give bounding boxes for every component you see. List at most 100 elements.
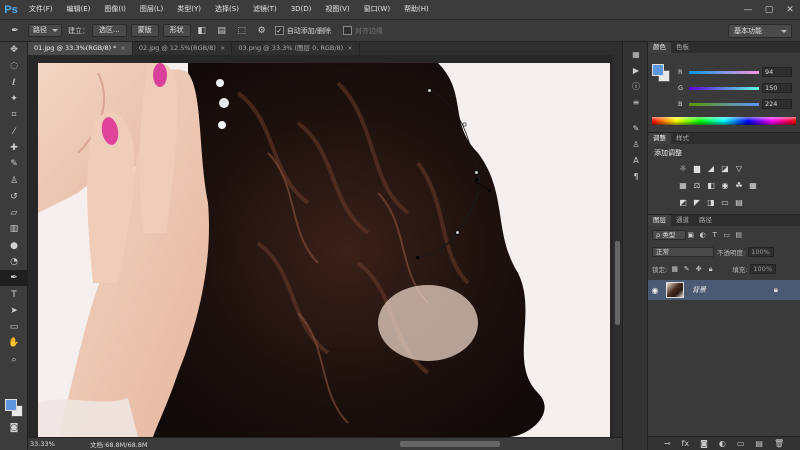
trash-icon[interactable]: 🗑︎ <box>774 439 784 448</box>
document-canvas[interactable] <box>38 63 610 437</box>
tab-swatches[interactable]: 色板 <box>671 42 694 53</box>
opacity-input[interactable]: 100% <box>748 247 775 257</box>
minimize-button[interactable]: — <box>742 4 754 16</box>
color-panel-fg-swatch[interactable] <box>652 64 664 76</box>
actions-icon[interactable]: ▶ <box>623 62 649 78</box>
new-layer-icon[interactable]: ▤ <box>755 439 763 448</box>
color-balance-icon[interactable]: ⚖ <box>692 180 702 190</box>
move-tool-icon[interactable]: ✥ <box>0 42 28 58</box>
properties-icon[interactable]: ≡ <box>623 94 649 110</box>
crop-tool-icon[interactable]: ⌗ <box>0 107 28 123</box>
brush-tool-icon[interactable]: ✎ <box>0 156 28 172</box>
paragraph-icon[interactable]: ¶ <box>623 168 649 184</box>
close-tab-icon[interactable]: × <box>120 44 125 52</box>
green-slider[interactable] <box>689 86 759 90</box>
type-tool-icon[interactable]: T <box>0 286 28 302</box>
character-icon[interactable]: A <box>623 152 649 168</box>
blue-slider[interactable] <box>689 102 759 106</box>
menu-filter[interactable]: 滤镜(T) <box>246 0 284 19</box>
layer-row-background[interactable]: ◉ 背景 🔒︎ <box>648 280 800 300</box>
color-lookup-icon[interactable]: ▦ <box>748 180 758 190</box>
new-adjustment-layer-icon[interactable]: ◐ <box>719 439 726 448</box>
filter-smart-icon[interactable]: ▤ <box>734 231 743 240</box>
color-panel-swatches[interactable] <box>652 64 670 82</box>
brush-presets-icon[interactable]: ✎ <box>623 120 649 136</box>
levels-icon[interactable]: ▆ <box>692 163 702 173</box>
layer-name[interactable]: 背景 <box>692 285 706 295</box>
tab-channels[interactable]: 通道 <box>671 215 694 226</box>
layer-kind-filter-select[interactable]: ρ 类型 <box>652 230 687 240</box>
menu-edit[interactable]: 编辑(E) <box>60 0 98 19</box>
auto-add-delete-checkbox[interactable]: ✓ 自动添加/删除 <box>274 26 331 36</box>
gradient-map-icon[interactable]: ▭ <box>720 197 730 207</box>
path-operations-icon[interactable]: ◧ <box>195 24 209 37</box>
doc-tab-01[interactable]: 01.jpg @ 33.3%(RGB/8) * × <box>28 42 133 55</box>
pen-tool-icon[interactable]: ✒ <box>0 270 28 287</box>
menu-window[interactable]: 窗口(W) <box>357 0 397 19</box>
magic-wand-tool-icon[interactable]: ✦ <box>0 91 28 107</box>
healing-brush-tool-icon[interactable]: ✚ <box>0 140 28 156</box>
eraser-tool-icon[interactable]: ▱ <box>0 205 28 221</box>
brightness-contrast-icon[interactable]: ☼ <box>678 163 688 173</box>
lock-position-icon[interactable]: ✥ <box>694 265 703 274</box>
history-icon[interactable]: ▦ <box>623 46 649 62</box>
dodge-tool-icon[interactable]: ◔ <box>0 254 28 270</box>
lasso-tool-icon[interactable]: ℓ <box>0 75 28 91</box>
channel-mixer-icon[interactable]: ☘ <box>734 180 744 190</box>
hue-saturation-icon[interactable]: ▦ <box>678 180 688 190</box>
doc-tab-02[interactable]: 02.jpg @ 12.5%(RGB/8) × <box>133 42 233 55</box>
green-value-input[interactable]: 150 <box>762 83 792 93</box>
lock-image-icon[interactable]: ✎ <box>682 265 691 274</box>
pen-icon[interactable]: ✒ <box>8 24 22 37</box>
menu-image[interactable]: 图像(I) <box>97 0 133 19</box>
clone-source-icon[interactable]: ♙ <box>623 136 649 152</box>
doc-tab-03[interactable]: 03.png @ 33.3% (图层 0, RGB/8) × <box>232 42 360 55</box>
curves-icon[interactable]: ◢ <box>706 163 716 173</box>
gradient-tool-icon[interactable]: ▥ <box>0 221 28 237</box>
make-selection-button[interactable]: 选区... <box>92 24 127 37</box>
fill-input[interactable]: 100% <box>750 264 777 274</box>
make-mask-button[interactable]: 蒙版 <box>130 24 159 37</box>
invert-icon[interactable]: ◩ <box>678 197 688 207</box>
menu-view[interactable]: 视图(V) <box>318 0 356 19</box>
workspace-select[interactable]: 基本功能 <box>728 24 792 38</box>
info-icon[interactable]: ⓘ <box>623 78 649 94</box>
menu-layer[interactable]: 图层(L) <box>133 0 170 19</box>
shape-tool-icon[interactable]: ▭ <box>0 319 28 335</box>
tab-adjustments[interactable]: 调整 <box>648 133 671 144</box>
hand-tool-icon[interactable]: ✋ <box>0 335 28 351</box>
menu-select[interactable]: 选择(S) <box>208 0 246 19</box>
menu-help[interactable]: 帮助(H) <box>397 0 436 19</box>
filter-pixel-icon[interactable]: ▣ <box>686 231 695 240</box>
align-edges-checkbox[interactable]: 对齐边缘 <box>343 26 383 36</box>
tab-paths[interactable]: 路径 <box>694 215 717 226</box>
selective-color-icon[interactable]: ▤ <box>734 197 744 207</box>
black-white-icon[interactable]: ◧ <box>706 180 716 190</box>
menu-type[interactable]: 类型(Y) <box>170 0 208 19</box>
horizontal-scrollbar-thumb[interactable] <box>400 441 500 447</box>
photo-filter-icon[interactable]: ◉ <box>720 180 730 190</box>
tab-layers[interactable]: 图层 <box>648 215 671 226</box>
menu-3d[interactable]: 3D(D) <box>284 0 319 19</box>
path-alignment-icon[interactable]: ▤ <box>215 24 229 37</box>
zoom-tool-icon[interactable]: ⌕ <box>0 352 28 368</box>
vertical-scrollbar-thumb[interactable] <box>615 241 620 325</box>
exposure-icon[interactable]: ◪ <box>720 163 730 173</box>
red-value-input[interactable]: 94 <box>762 67 792 77</box>
threshold-icon[interactable]: ◨ <box>706 197 716 207</box>
history-brush-tool-icon[interactable]: ↺ <box>0 189 28 205</box>
blue-value-input[interactable]: 224 <box>762 99 792 109</box>
marquee-tool-icon[interactable]: ◌ <box>0 58 28 74</box>
tab-color[interactable]: 颜色 <box>648 42 671 53</box>
new-group-icon[interactable]: ▭ <box>737 439 745 448</box>
lock-all-icon[interactable]: 🔒︎ <box>706 265 715 274</box>
eye-icon[interactable]: ◉ <box>648 286 662 295</box>
quick-mask-icon[interactable]: ◙ <box>0 420 28 436</box>
layer-style-icon[interactable]: fx <box>682 439 690 448</box>
menu-file[interactable]: 文件(F) <box>22 0 60 19</box>
path-selection-tool-icon[interactable]: ➤ <box>0 303 28 319</box>
link-layers-icon[interactable]: ⊸ <box>664 439 671 448</box>
tool-mode-select[interactable]: 路径 <box>28 24 62 37</box>
path-arrangement-icon[interactable]: ⬚ <box>235 24 249 37</box>
add-mask-icon[interactable]: ◙ <box>700 439 708 448</box>
